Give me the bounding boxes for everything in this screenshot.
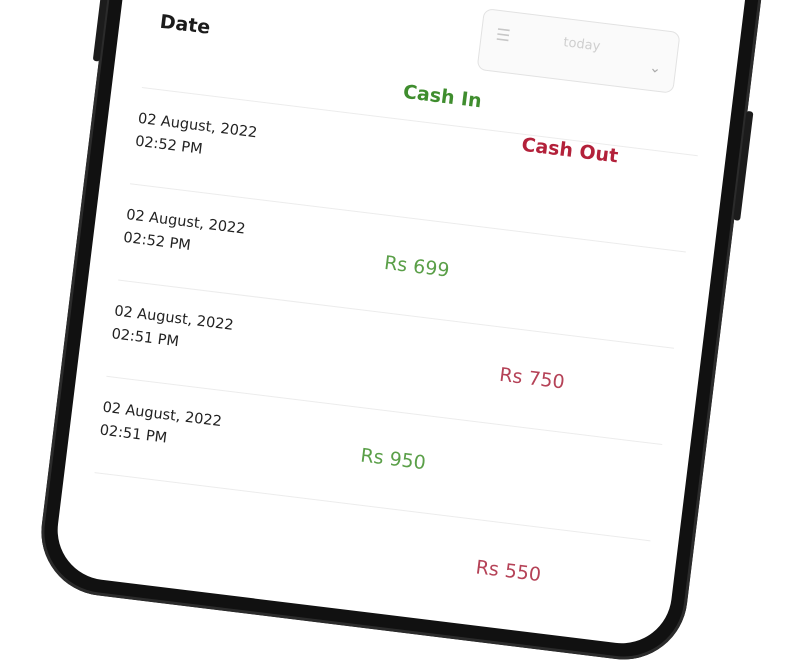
cash-in-column-header: Cash In — [401, 80, 483, 113]
phone-mockup-scene: Date ☰ today ⌄ Cash In Cash Out 02 Augus… — [0, 0, 800, 667]
cash-out-amount: Rs 750 — [498, 363, 566, 394]
chevron-down-icon: ⌄ — [648, 59, 662, 78]
phone-frame: Date ☰ today ⌄ Cash In Cash Out 02 Augus… — [34, 0, 772, 667]
transaction-datetime: 02 August, 2022 02:51 PM — [110, 300, 235, 360]
phone-screen: Date ☰ today ⌄ Cash In Cash Out 02 Augus… — [51, 0, 755, 649]
transactions-list: Date ☰ today ⌄ Cash In Cash Out 02 Augus… — [82, 4, 708, 637]
cash-out-amount: Rs 550 — [474, 556, 543, 587]
date-column-header: Date — [158, 10, 212, 39]
transaction-datetime: 02 August, 2022 02:52 PM — [122, 204, 247, 264]
filter-selected-value: today — [562, 35, 602, 55]
filter-lines-icon: ☰ — [494, 24, 512, 46]
phone-side-button — [733, 110, 754, 221]
date-filter-dropdown[interactable]: ☰ today ⌄ — [476, 8, 681, 94]
phone-side-button — [92, 0, 109, 62]
cash-in-amount: Rs 699 — [382, 251, 451, 282]
transaction-datetime: 02 August, 2022 02:52 PM — [134, 108, 259, 168]
cash-in-amount: Rs 950 — [359, 444, 427, 475]
transaction-datetime: 02 August, 2022 02:51 PM — [98, 397, 223, 457]
